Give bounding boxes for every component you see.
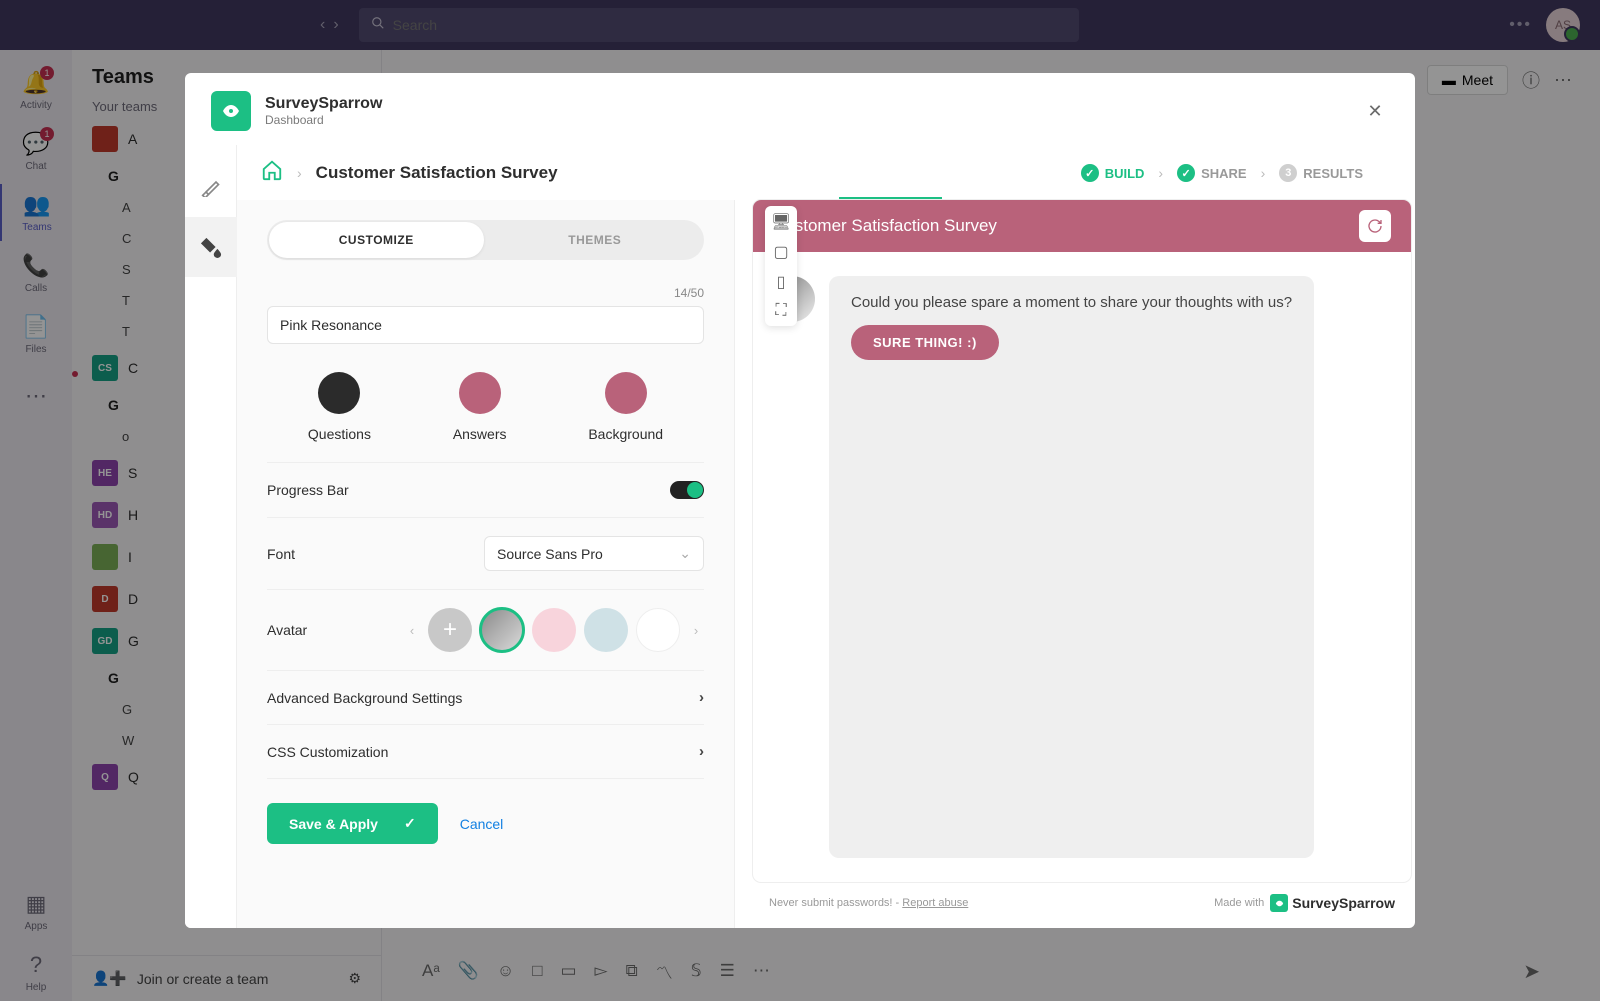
background-color-label: Background [588, 426, 663, 442]
customize-panel: CUSTOMIZE THEMES 14/50 Questions [237, 200, 735, 928]
background-color-swatch[interactable] [605, 372, 647, 414]
chevron-right-icon: › [699, 743, 704, 760]
sure-thing-button[interactable]: SURE THING! :) [851, 325, 999, 360]
chevron-right-icon: › [699, 689, 704, 706]
close-icon[interactable]: ✕ [1361, 97, 1389, 125]
chevron-down-icon: ⌄ [679, 545, 691, 562]
breadcrumb-row: › Customer Satisfaction Survey ✓ BUILD ›… [237, 145, 1415, 197]
device-switcher: 🖥 ▢ ▯ ⛶ [765, 206, 797, 326]
avatar-option-1[interactable] [480, 608, 524, 652]
preview-header: Customer Satisfaction Survey [753, 200, 1411, 252]
avatar-label: Avatar [267, 622, 307, 638]
chevron-right-icon: › [1158, 165, 1163, 181]
avatar-option-3[interactable] [584, 608, 628, 652]
tablet-icon[interactable]: ▢ [773, 242, 788, 262]
refresh-icon[interactable] [1359, 210, 1391, 242]
chat-bubble: Could you please spare a moment to share… [829, 276, 1314, 858]
tab-customize[interactable]: CUSTOMIZE [269, 222, 484, 258]
surveysparrow-logo [211, 91, 251, 131]
avatar-option-4[interactable] [636, 608, 680, 652]
segmented-control: CUSTOMIZE THEMES [267, 220, 704, 260]
name-counter: 14/50 [267, 286, 704, 300]
progress-bar-toggle[interactable] [670, 481, 704, 499]
mobile-icon[interactable]: ▯ [777, 272, 786, 292]
modal-app-name: SurveySparrow [265, 95, 382, 113]
surveysparrow-modal: SurveySparrow Dashboard ✕ [185, 73, 1415, 928]
design-tab-icon[interactable] [185, 157, 237, 217]
answers-color-label: Answers [453, 426, 507, 442]
questions-color-label: Questions [308, 426, 371, 442]
report-abuse-link[interactable]: Report abuse [902, 897, 968, 909]
tab-themes[interactable]: THEMES [488, 222, 703, 258]
font-label: Font [267, 546, 295, 562]
mini-sidebar [185, 145, 237, 928]
theme-name-input[interactable] [267, 306, 704, 344]
surveysparrow-brand[interactable]: SurveySparrow [1270, 894, 1395, 912]
save-apply-button[interactable]: Save & Apply ✓ [267, 803, 438, 844]
check-icon: ✓ [1081, 164, 1099, 182]
font-select[interactable]: Source Sans Pro ⌄ [484, 536, 704, 571]
answers-color-swatch[interactable] [459, 372, 501, 414]
home-icon[interactable] [261, 159, 283, 187]
chat-question: Could you please spare a moment to share… [851, 294, 1292, 311]
modal-app-sub: Dashboard [265, 113, 382, 127]
fullscreen-icon[interactable]: ⛶ [775, 302, 786, 320]
step-share[interactable]: ✓ SHARE [1177, 164, 1247, 182]
avatar-next-icon[interactable]: › [688, 623, 704, 638]
desktop-icon[interactable]: 🖥 [771, 212, 791, 232]
avatar-option-2[interactable] [532, 608, 576, 652]
cancel-button[interactable]: Cancel [460, 816, 504, 832]
survey-title: Customer Satisfaction Survey [316, 163, 558, 183]
step-results[interactable]: 3 RESULTS [1279, 164, 1363, 182]
style-tab-icon[interactable] [185, 217, 237, 277]
advanced-bg-row[interactable]: Advanced Background Settings › [267, 671, 704, 725]
check-icon: ✓ [404, 815, 416, 832]
check-icon: ✓ [1177, 164, 1195, 182]
progress-bar-label: Progress Bar [267, 482, 349, 498]
step-number: 3 [1279, 164, 1297, 182]
avatar-prev-icon[interactable]: ‹ [404, 623, 420, 638]
chevron-right-icon: › [1261, 165, 1266, 181]
questions-color-swatch[interactable] [318, 372, 360, 414]
chevron-right-icon: › [297, 165, 302, 181]
avatar-add[interactable]: + [428, 608, 472, 652]
disclaimer-text: Never submit passwords! - [769, 897, 902, 909]
preview-panel: Customer Satisfaction Survey 🖥 ▢ ▯ ⛶ [753, 200, 1411, 928]
css-custom-row[interactable]: CSS Customization › [267, 725, 704, 779]
step-build[interactable]: ✓ BUILD [1081, 164, 1145, 182]
modal-overlay: SurveySparrow Dashboard ✕ [0, 0, 1600, 1001]
